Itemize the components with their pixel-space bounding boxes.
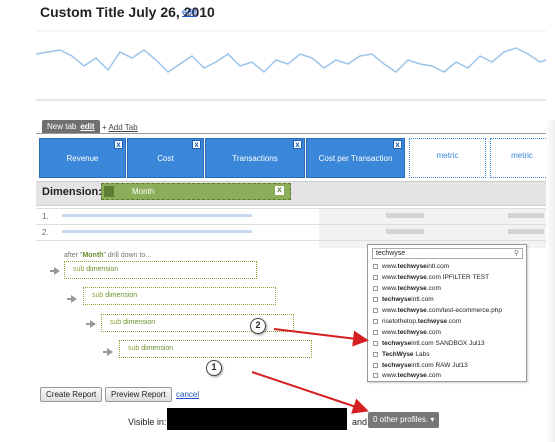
annotation-arrow-2 bbox=[273, 328, 369, 347]
annotation-arrows bbox=[251, 328, 369, 414]
annotation-marker-2: 2 bbox=[250, 318, 266, 334]
cancel-link[interactable]: cancel bbox=[176, 390, 199, 399]
create-report-button[interactable]: Create Report bbox=[40, 387, 103, 402]
annotation-arrow-1 bbox=[251, 371, 369, 414]
annotation-marker-1: 1 bbox=[206, 360, 222, 376]
redacted-profile-name bbox=[167, 408, 347, 430]
other-profiles-label: 0 other profiles. bbox=[373, 415, 429, 424]
visible-in-label: Visible in: bbox=[128, 417, 167, 427]
preview-report-button[interactable]: Preview Report bbox=[105, 387, 172, 402]
and-label: and bbox=[352, 417, 368, 427]
chevron-down-icon: ▾ bbox=[430, 415, 435, 424]
right-edge bbox=[546, 120, 555, 442]
other-profiles-button[interactable]: 0 other profiles. ▾ bbox=[368, 412, 440, 428]
